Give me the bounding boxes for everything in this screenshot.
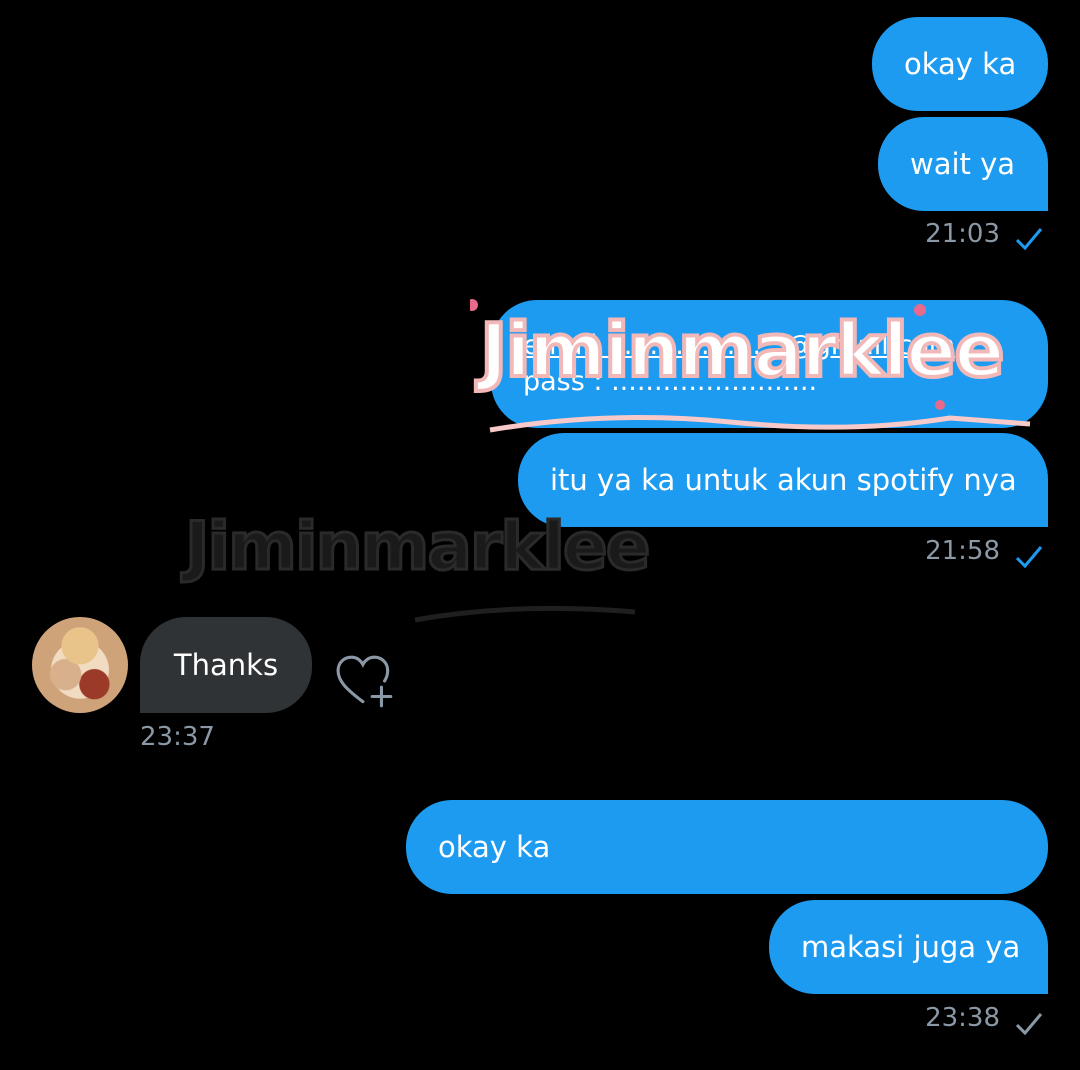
message-timestamp: 23:37	[140, 722, 215, 752]
message-bubble-outgoing[interactable]: okay ka	[406, 800, 1048, 894]
heart-plus-icon[interactable]	[336, 654, 398, 708]
message-text: okay ka	[904, 46, 1017, 81]
message-bubble-outgoing[interactable]: okay ka	[872, 17, 1048, 111]
check-icon	[1015, 546, 1043, 569]
message-bubble-outgoing[interactable]: wait ya	[878, 117, 1048, 211]
user-avatar[interactable]	[32, 617, 128, 713]
message-text: makasi juga ya	[801, 929, 1021, 964]
password-line: pass : ........................	[523, 366, 818, 397]
message-bubble-outgoing[interactable]: email : ...................@gmail.com pa…	[491, 300, 1048, 428]
check-icon	[1015, 1013, 1043, 1036]
message-timestamp: 21:03	[925, 219, 1000, 249]
message-text: Thanks	[173, 647, 279, 682]
message-text: okay ka	[438, 829, 551, 864]
check-icon	[1015, 228, 1043, 251]
message-text: itu ya ka untuk akun spotify nya	[550, 462, 1017, 497]
message-bubble-incoming[interactable]: Thanks	[140, 617, 312, 713]
message-text: wait ya	[910, 146, 1016, 181]
message-timestamp: 21:58	[925, 536, 1000, 566]
message-timestamp: 23:38	[925, 1003, 1000, 1033]
message-bubble-outgoing[interactable]: itu ya ka untuk akun spotify nya	[518, 433, 1048, 527]
email-line: email : ...................@gmail.com	[523, 329, 956, 361]
message-bubble-outgoing[interactable]: makasi juga ya	[769, 900, 1048, 994]
